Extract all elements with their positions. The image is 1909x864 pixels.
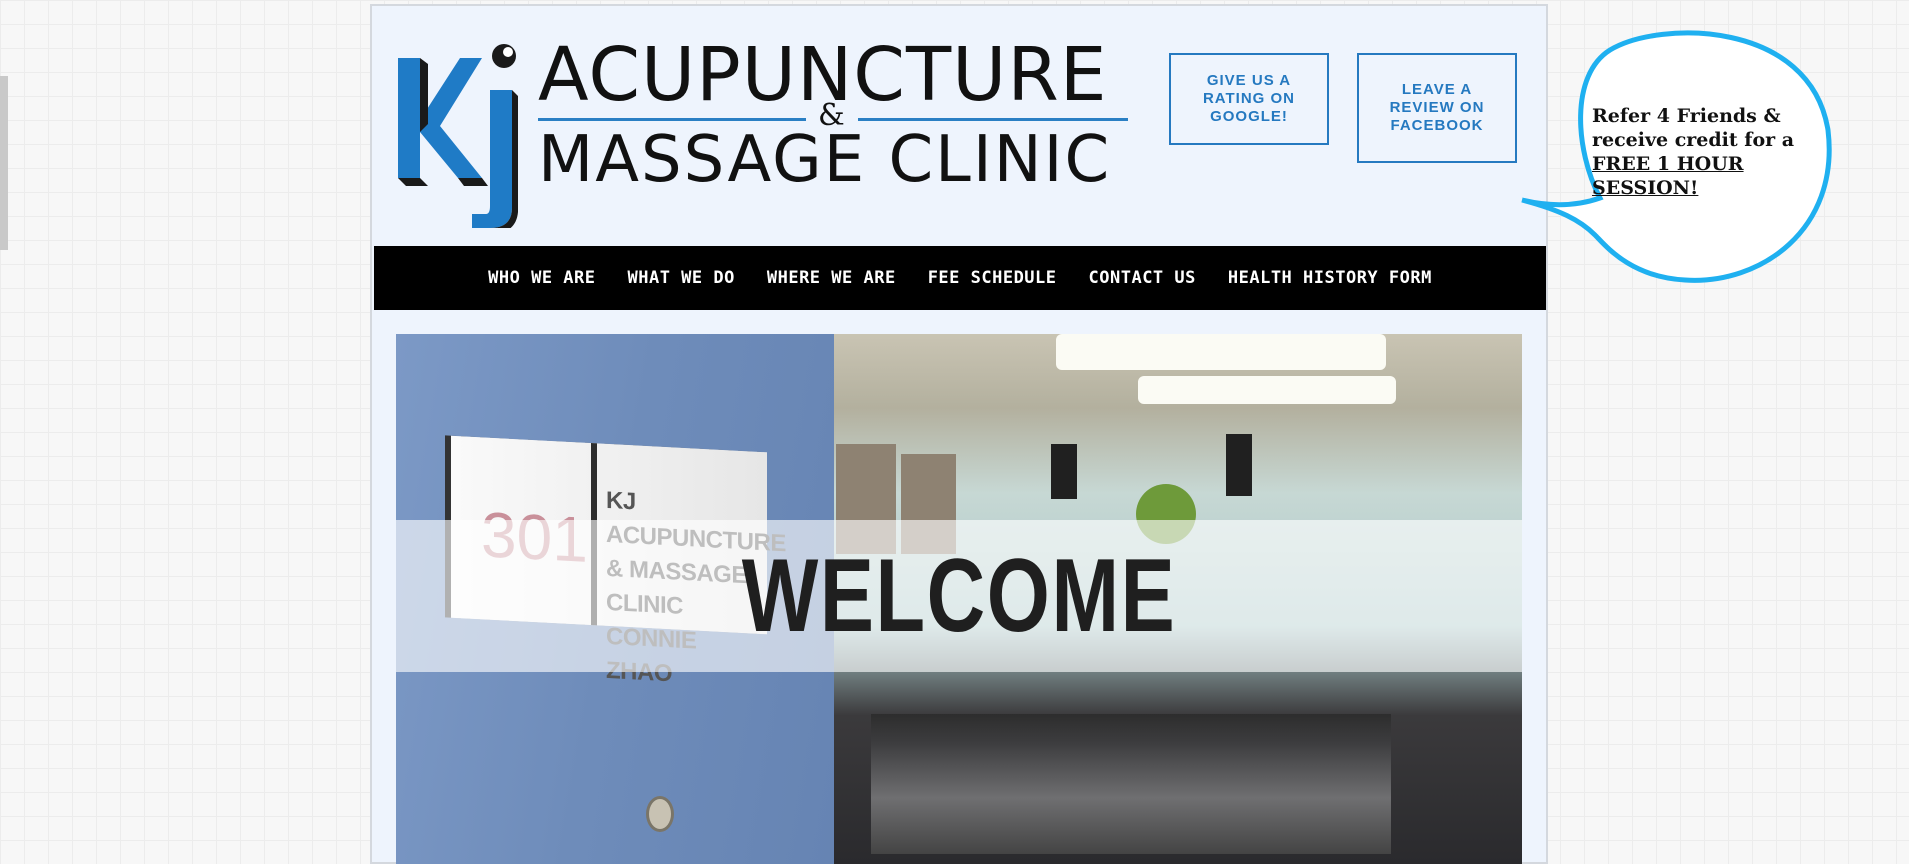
nav-item-fee-schedule[interactable]: FEE SCHEDULE — [928, 268, 1057, 288]
referral-promo[interactable]: Refer 4 Friends & receive credit for a F… — [1592, 104, 1822, 200]
page-container: ACUPUNCTURE & MASSAGE CLINIC GIVE US A R… — [370, 4, 1548, 864]
door-knob — [646, 796, 674, 832]
google-rating-button[interactable]: GIVE US A RATING ON GOOGLE! — [1169, 53, 1329, 145]
nav-item-health-history-form[interactable]: HEALTH HISTORY FORM — [1228, 268, 1432, 288]
nav-item-contact-us[interactable]: CONTACT US — [1089, 268, 1196, 288]
hero-banner: 301 KJ ACUPUNCTURE & MASSAGE CLINIC CONN… — [396, 334, 1522, 864]
speaker — [1051, 444, 1077, 499]
site-logo[interactable]: ACUPUNCTURE & MASSAGE CLINIC — [390, 28, 1130, 228]
referral-promo-text: Refer 4 Friends & receive credit for a — [1592, 105, 1795, 151]
nav-item-what-we-do[interactable]: WHAT WE DO — [628, 268, 735, 288]
main-nav: WHO WE ARE WHAT WE DO WHERE WE ARE FEE S… — [374, 246, 1546, 310]
facebook-review-label: LEAVE A REVIEW ON FACEBOOK — [1389, 81, 1485, 134]
google-rating-label: GIVE US A RATING ON GOOGLE! — [1202, 72, 1296, 125]
welcome-heading: WELCOME — [741, 537, 1177, 654]
logo-subtitle: MASSAGE CLINIC — [538, 123, 1112, 197]
scrollbar[interactable] — [0, 76, 8, 250]
kj-monogram-icon — [398, 44, 518, 228]
ceiling-light — [1056, 334, 1386, 370]
reception-desk — [871, 714, 1391, 854]
referral-promo-highlight: FREE 1 HOUR SESSION! — [1592, 153, 1744, 199]
ceiling-light — [1138, 376, 1396, 404]
facebook-review-button[interactable]: LEAVE A REVIEW ON FACEBOOK — [1357, 53, 1517, 163]
speaker — [1226, 434, 1252, 496]
nav-item-who-we-are[interactable]: WHO WE ARE — [488, 268, 595, 288]
nav-item-where-we-are[interactable]: WHERE WE ARE — [767, 268, 896, 288]
